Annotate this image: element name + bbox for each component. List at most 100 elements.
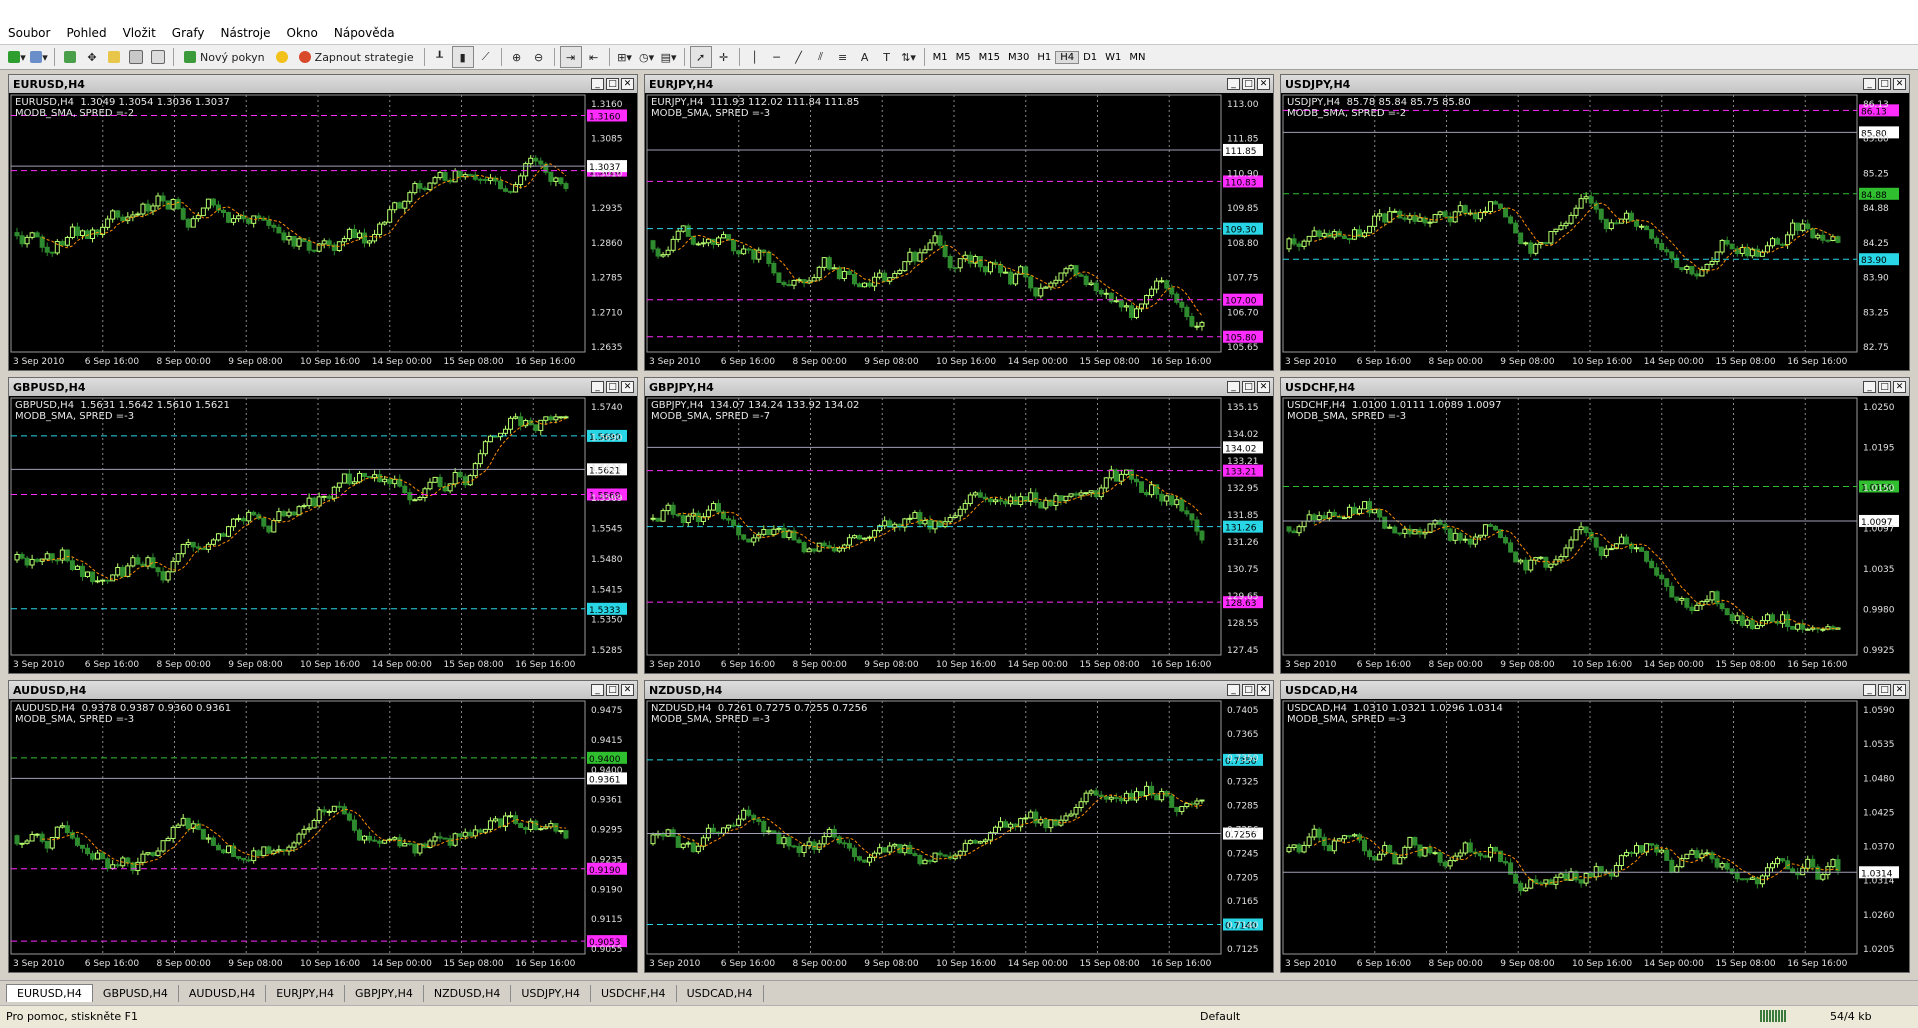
chart-titlebar[interactable]: NZDUSD,H4 _ □ ✕ — [645, 681, 1273, 699]
close-icon[interactable]: ✕ — [621, 684, 634, 696]
meta-editor-icon[interactable] — [272, 47, 292, 67]
chart-shift-icon[interactable]: ⇤ — [584, 47, 604, 67]
chart-window-gbpjpy[interactable]: GBPJPY,H4 _ □ ✕ 133.21 131.26 128.63 134.02 135.… — [644, 377, 1274, 674]
tab-gbpjpy[interactable]: GBPJPY,H4 — [345, 985, 424, 1002]
text-icon[interactable]: A — [855, 47, 875, 67]
fibonacci-icon[interactable]: ≡ — [833, 47, 853, 67]
chart-titlebar[interactable]: GBPJPY,H4 _ □ ✕ — [645, 378, 1273, 396]
maximize-icon[interactable]: □ — [606, 381, 619, 393]
maximize-icon[interactable]: □ — [1878, 381, 1891, 393]
maximize-icon[interactable]: □ — [606, 78, 619, 90]
tab-audusd[interactable]: AUDUSD,H4 — [179, 985, 267, 1002]
arrows-icon[interactable]: ⇅▾ — [899, 47, 919, 67]
chart-window-usdcad[interactable]: USDCAD,H4 _ □ ✕ 1.0314 1.0590 1.0535 1.0480 1.04… — [1280, 680, 1910, 973]
chart-titlebar[interactable]: USDCHF,H4 _ □ ✕ — [1281, 378, 1909, 396]
close-icon[interactable]: ✕ — [1893, 381, 1906, 393]
tab-gbpusd[interactable]: GBPUSD,H4 — [93, 985, 179, 1002]
price-chart[interactable]: 1.01501.00971.02501.01951.01501.00971.00… — [1281, 396, 1909, 673]
chart-window-audusd[interactable]: AUDUSD,H4 _ □ ✕ 0.9400 0.9190 0.9053 0.9361 0.94… — [8, 680, 638, 973]
timeframe-w1[interactable]: W1 — [1101, 52, 1125, 63]
chart-titlebar[interactable]: USDJPY,H4 _ □ ✕ — [1281, 75, 1909, 93]
timeframe-h4[interactable]: H4 — [1055, 50, 1080, 64]
minimize-icon[interactable]: _ — [591, 381, 604, 393]
templates-icon[interactable]: ▤▾ — [659, 47, 679, 67]
timeframe-mn[interactable]: MN — [1125, 52, 1149, 63]
periods-icon[interactable]: ◷▾ — [637, 47, 657, 67]
tab-usdjpy[interactable]: USDJPY,H4 — [511, 985, 591, 1002]
close-icon[interactable]: ✕ — [1893, 684, 1906, 696]
maximize-icon[interactable]: □ — [1242, 381, 1255, 393]
zoom-in-icon[interactable]: ⊕ — [507, 47, 527, 67]
minimize-icon[interactable]: _ — [1863, 684, 1876, 696]
menu-okno[interactable]: Okno — [279, 22, 326, 44]
menu-vlozit[interactable]: Vložit — [115, 22, 164, 44]
close-icon[interactable]: ✕ — [1257, 684, 1270, 696]
new-chart-icon[interactable]: ▾ — [7, 47, 27, 67]
candlestick-icon[interactable]: ▮ — [451, 46, 474, 68]
menu-nastroje[interactable]: Nástroje — [213, 22, 279, 44]
chart-window-usdchf[interactable]: USDCHF,H4 _ □ ✕ 1.0150 1.0097 1.0250 1.0195 1.01… — [1280, 377, 1910, 674]
menu-pohled[interactable]: Pohled — [58, 22, 114, 44]
price-chart[interactable]: 0.94000.91900.90530.93610.94750.94150.94… — [9, 699, 637, 972]
bar-chart-icon[interactable]: ┸ — [430, 47, 450, 67]
timeframe-m1[interactable]: M1 — [929, 52, 952, 63]
crosshair-icon[interactable]: ✛ — [714, 47, 734, 67]
close-icon[interactable]: ✕ — [1257, 78, 1270, 90]
tab-usdcad[interactable]: USDCAD,H4 — [677, 985, 764, 1002]
chart-window-usdjpy[interactable]: USDJPY,H4 _ □ ✕ 86.13 84.88 83.90 85.80 86.13 85.… — [1280, 74, 1910, 371]
tab-usdchf[interactable]: USDCHF,H4 — [591, 985, 677, 1002]
timeframe-d1[interactable]: D1 — [1079, 52, 1101, 63]
chart-window-gbpusd[interactable]: GBPUSD,H4 _ □ ✕ 1.5690 1.5569 1.5333 1.5621 1.57… — [8, 377, 638, 674]
minimize-icon[interactable]: _ — [591, 78, 604, 90]
tester-icon[interactable] — [148, 47, 168, 67]
menu-grafy[interactable]: Grafy — [164, 22, 213, 44]
chart-window-eurusd[interactable]: EURUSD,H4 _ □ ✕ 1.3160 1.3026 1.3037 1.3160 1.30… — [8, 74, 638, 371]
minimize-icon[interactable]: _ — [591, 684, 604, 696]
indicators-icon[interactable]: ⊞▾ — [615, 47, 635, 67]
autotrading-button[interactable]: Zapnout strategie — [294, 47, 419, 67]
maximize-icon[interactable]: □ — [1878, 684, 1891, 696]
maximize-icon[interactable]: □ — [1242, 684, 1255, 696]
chart-titlebar[interactable]: GBPUSD,H4 _ □ ✕ — [9, 378, 637, 396]
price-chart[interactable]: 1.03141.05901.05351.04801.04251.03701.03… — [1281, 699, 1909, 972]
channel-icon[interactable]: ⫽ — [811, 47, 831, 67]
menu-napoveda[interactable]: Nápověda — [326, 22, 403, 44]
chart-titlebar[interactable]: EURUSD,H4 _ □ ✕ — [9, 75, 637, 93]
market-watch-icon[interactable] — [60, 47, 80, 67]
horizontal-line-icon[interactable]: ─ — [767, 47, 787, 67]
trendline-icon[interactable]: ╱ — [789, 47, 809, 67]
price-chart[interactable]: 1.31601.30261.30371.31601.30851.30101.29… — [9, 93, 637, 370]
close-icon[interactable]: ✕ — [1893, 78, 1906, 90]
minimize-icon[interactable]: _ — [1863, 381, 1876, 393]
minimize-icon[interactable]: _ — [1863, 78, 1876, 90]
minimize-icon[interactable]: _ — [1227, 381, 1240, 393]
terminal-icon[interactable] — [126, 47, 146, 67]
chart-window-eurjpy[interactable]: EURJPY,H4 _ □ ✕ 110.83 109.30 107.00 105.80 111.… — [644, 74, 1274, 371]
minimize-icon[interactable]: _ — [1227, 684, 1240, 696]
chart-titlebar[interactable]: EURJPY,H4 _ □ ✕ — [645, 75, 1273, 93]
close-icon[interactable]: ✕ — [1257, 381, 1270, 393]
vertical-line-icon[interactable]: │ — [745, 47, 765, 67]
folder-icon[interactable] — [104, 47, 124, 67]
new-order-button[interactable]: Nový pokyn — [179, 47, 270, 67]
maximize-icon[interactable]: □ — [1242, 78, 1255, 90]
chart-window-nzdusd[interactable]: NZDUSD,H4 _ □ ✕ 0.7350 0.7140 0.7256 0.7405 0.73… — [644, 680, 1274, 973]
maximize-icon[interactable]: □ — [606, 684, 619, 696]
timeframe-m5[interactable]: M5 — [952, 52, 975, 63]
price-chart[interactable]: 86.1384.8883.9085.8086.1385.8085.2584.88… — [1281, 93, 1909, 370]
cursor-icon[interactable]: ➚ — [689, 46, 712, 68]
close-icon[interactable]: ✕ — [621, 381, 634, 393]
autoscroll-icon[interactable]: ⇥ — [559, 46, 582, 68]
minimize-icon[interactable]: _ — [1227, 78, 1240, 90]
line-chart-icon[interactable]: ⟋ — [476, 47, 496, 67]
zoom-out-icon[interactable]: ⊖ — [529, 47, 549, 67]
price-chart[interactable]: 1.56901.55691.53331.56211.57401.56901.56… — [9, 396, 637, 673]
close-icon[interactable]: ✕ — [621, 78, 634, 90]
price-chart[interactable]: 0.73500.71400.72560.74050.73650.73500.73… — [645, 699, 1273, 972]
price-chart[interactable]: 133.21131.26128.63134.02135.15134.02133.… — [645, 396, 1273, 673]
label-icon[interactable]: T — [877, 47, 897, 67]
tab-nzdusd[interactable]: NZDUSD,H4 — [424, 985, 512, 1002]
profiles-icon[interactable]: ▾ — [29, 47, 49, 67]
maximize-icon[interactable]: □ — [1878, 78, 1891, 90]
tab-eurusd[interactable]: EURUSD,H4 — [6, 984, 93, 1002]
